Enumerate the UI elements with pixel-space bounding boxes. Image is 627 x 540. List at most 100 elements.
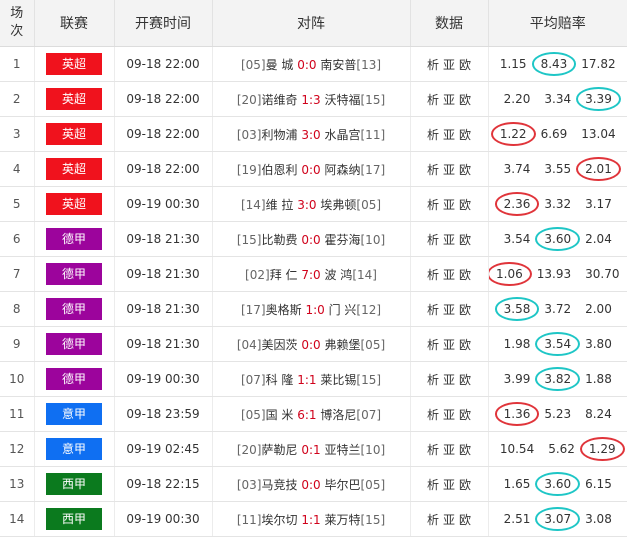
match-cell[interactable]: [20]萨勒尼 0:1 亚特兰[10] — [212, 431, 411, 467]
league-badge[interactable]: 英超 — [46, 158, 102, 180]
average-odds: 3.99 3.82 1.88 — [488, 361, 627, 397]
match-cell[interactable]: [14]维 拉 3:0 埃弗顿[05] — [212, 186, 411, 222]
asian-link[interactable]: 亚 — [443, 58, 455, 72]
away-team[interactable]: 阿森纳 — [324, 163, 360, 177]
match-cell[interactable]: [05]国 米 6:1 博洛尼[07] — [212, 396, 411, 432]
asian-link[interactable]: 亚 — [443, 478, 455, 492]
analysis-link[interactable]: 析 — [427, 513, 439, 527]
away-team[interactable]: 霍芬海 — [324, 233, 360, 247]
asian-link[interactable]: 亚 — [443, 443, 455, 457]
league-badge[interactable]: 德甲 — [46, 333, 102, 355]
analysis-link[interactable]: 析 — [427, 268, 439, 282]
league-badge[interactable]: 意甲 — [46, 438, 102, 460]
away-team[interactable]: 门 兴 — [329, 303, 357, 317]
euro-link[interactable]: 欧 — [459, 303, 471, 317]
away-team[interactable]: 亚特兰 — [324, 443, 360, 457]
asian-link[interactable]: 亚 — [443, 303, 455, 317]
euro-link[interactable]: 欧 — [459, 163, 471, 177]
euro-link[interactable]: 欧 — [459, 513, 471, 527]
home-team[interactable]: 曼 城 — [266, 58, 294, 72]
away-team[interactable]: 南安普 — [320, 58, 356, 72]
league-badge[interactable]: 德甲 — [46, 298, 102, 320]
analysis-link[interactable]: 析 — [427, 198, 439, 212]
league-badge[interactable]: 意甲 — [46, 403, 102, 425]
match-cell[interactable]: [03]利物浦 3:0 水晶宫[11] — [212, 116, 411, 152]
analysis-link[interactable]: 析 — [427, 128, 439, 142]
asian-link[interactable]: 亚 — [443, 373, 455, 387]
analysis-link[interactable]: 析 — [427, 373, 439, 387]
league-badge[interactable]: 英超 — [46, 123, 102, 145]
match-cell[interactable]: [02]拜 仁 7:0 波 鸿[14] — [212, 256, 411, 292]
asian-link[interactable]: 亚 — [443, 513, 455, 527]
euro-link[interactable]: 欧 — [459, 373, 471, 387]
match-cell[interactable]: [03]马竞技 0:0 毕尔巴[05] — [212, 466, 411, 502]
asian-link[interactable]: 亚 — [443, 198, 455, 212]
league-badge[interactable]: 西甲 — [46, 473, 102, 495]
away-team[interactable]: 埃弗顿 — [320, 198, 356, 212]
asian-link[interactable]: 亚 — [443, 408, 455, 422]
analysis-link[interactable]: 析 — [427, 163, 439, 177]
euro-link[interactable]: 欧 — [459, 233, 471, 247]
euro-link[interactable]: 欧 — [459, 128, 471, 142]
analysis-link[interactable]: 析 — [427, 58, 439, 72]
match-cell[interactable]: [07]科 隆 1:1 莱比锡[15] — [212, 361, 411, 397]
match-cell[interactable]: [11]埃尔切 1:1 莱万特[15] — [212, 501, 411, 537]
odds-value: 1.98 — [503, 337, 531, 351]
home-team[interactable]: 伯恩利 — [262, 163, 298, 177]
analysis-link[interactable]: 析 — [427, 478, 439, 492]
euro-link[interactable]: 欧 — [459, 198, 471, 212]
home-team[interactable]: 埃尔切 — [262, 513, 298, 527]
euro-link[interactable]: 欧 — [459, 338, 471, 352]
league-badge[interactable]: 英超 — [46, 88, 102, 110]
asian-link[interactable]: 亚 — [443, 338, 455, 352]
home-team[interactable]: 诺维奇 — [262, 93, 298, 107]
league-badge[interactable]: 英超 — [46, 193, 102, 215]
asian-link[interactable]: 亚 — [443, 268, 455, 282]
match-cell[interactable]: [20]诺维奇 1:3 沃特福[15] — [212, 81, 411, 117]
analysis-link[interactable]: 析 — [427, 303, 439, 317]
euro-link[interactable]: 欧 — [459, 443, 471, 457]
home-team[interactable]: 利物浦 — [262, 128, 298, 142]
euro-link[interactable]: 欧 — [459, 478, 471, 492]
analysis-link[interactable]: 析 — [427, 93, 439, 107]
home-team[interactable]: 科 隆 — [266, 373, 294, 387]
euro-link[interactable]: 欧 — [459, 58, 471, 72]
analysis-link[interactable]: 析 — [427, 338, 439, 352]
away-team[interactable]: 波 鸿 — [324, 268, 352, 282]
league-badge[interactable]: 德甲 — [46, 263, 102, 285]
home-team[interactable]: 维 拉 — [266, 198, 294, 212]
home-team[interactable]: 奥格斯 — [266, 303, 302, 317]
away-team[interactable]: 沃特福 — [324, 93, 360, 107]
away-team[interactable]: 莱比锡 — [320, 373, 356, 387]
analysis-link[interactable]: 析 — [427, 233, 439, 247]
away-team[interactable]: 弗赖堡 — [324, 338, 360, 352]
asian-link[interactable]: 亚 — [443, 163, 455, 177]
league-badge[interactable]: 西甲 — [46, 508, 102, 530]
asian-link[interactable]: 亚 — [443, 93, 455, 107]
euro-link[interactable]: 欧 — [459, 93, 471, 107]
home-team[interactable]: 马竞技 — [262, 478, 298, 492]
euro-link[interactable]: 欧 — [459, 408, 471, 422]
home-team[interactable]: 萨勒尼 — [262, 443, 298, 457]
asian-link[interactable]: 亚 — [443, 233, 455, 247]
away-team[interactable]: 莱万特 — [324, 513, 360, 527]
home-team[interactable]: 拜 仁 — [270, 268, 298, 282]
match-cell[interactable]: [17]奥格斯 1:0 门 兴[12] — [212, 291, 411, 327]
euro-link[interactable]: 欧 — [459, 268, 471, 282]
league-badge[interactable]: 德甲 — [46, 368, 102, 390]
away-team[interactable]: 毕尔巴 — [324, 478, 360, 492]
analysis-link[interactable]: 析 — [427, 408, 439, 422]
home-team[interactable]: 美因茨 — [262, 338, 298, 352]
home-team[interactable]: 国 米 — [266, 408, 294, 422]
match-cell[interactable]: [05]曼 城 0:0 南安普[13] — [212, 46, 411, 82]
league-badge[interactable]: 英超 — [46, 53, 102, 75]
match-cell[interactable]: [04]美因茨 0:0 弗赖堡[05] — [212, 326, 411, 362]
away-team[interactable]: 水晶宫 — [324, 128, 360, 142]
match-cell[interactable]: [15]比勒费 0:0 霍芬海[10] — [212, 221, 411, 257]
home-team[interactable]: 比勒费 — [262, 233, 298, 247]
asian-link[interactable]: 亚 — [443, 128, 455, 142]
away-team[interactable]: 博洛尼 — [320, 408, 356, 422]
match-cell[interactable]: [19]伯恩利 0:0 阿森纳[17] — [212, 151, 411, 187]
analysis-link[interactable]: 析 — [427, 443, 439, 457]
league-badge[interactable]: 德甲 — [46, 228, 102, 250]
